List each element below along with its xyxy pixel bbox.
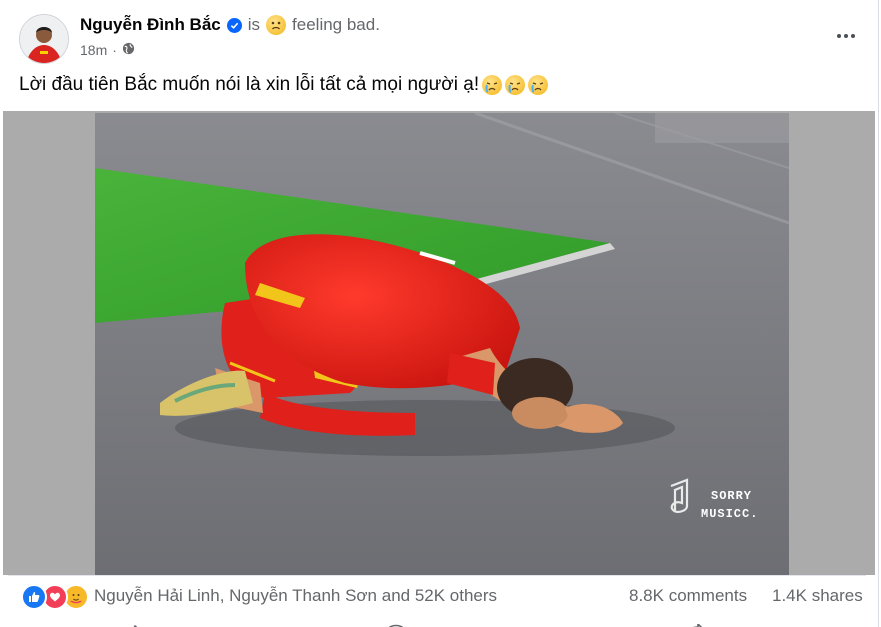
more-options-button[interactable] <box>828 22 864 50</box>
facebook-post: Nguyễn Đình Bắc is feeling bad. 18m · Lờ… <box>0 0 879 627</box>
dot-icon <box>851 34 855 38</box>
dot-icon <box>844 34 848 38</box>
reaction-icons[interactable] <box>21 584 89 610</box>
like-action-icon[interactable] <box>124 619 148 627</box>
like-icon <box>21 584 47 610</box>
globe-icon[interactable] <box>122 42 135 58</box>
share-action-icon[interactable] <box>684 619 708 627</box>
post-timestamp[interactable]: 18m <box>80 42 107 58</box>
verified-badge-icon <box>226 17 242 33</box>
watermark-line1: SORRY <box>711 489 752 503</box>
dot-icon <box>837 34 841 38</box>
crying-face-icon <box>482 75 503 95</box>
reaction-names[interactable]: Nguyễn Hải Linh, Nguyễn Thanh Sơn and 52… <box>94 586 497 606</box>
comment-action-icon[interactable] <box>384 619 408 627</box>
footer-divider <box>8 575 866 576</box>
post-text: Lời đầu tiên Bắc muốn nói là xin lỗi tất… <box>19 74 549 96</box>
meta-separator: · <box>112 42 117 58</box>
watermark-line2: MUSICC. <box>701 507 758 521</box>
post-photo[interactable]: SORRY MUSICC. <box>95 113 789 575</box>
author-avatar[interactable] <box>19 14 69 64</box>
kneeling-player-image: SORRY MUSICC. <box>95 113 789 575</box>
post-meta: 18m · <box>80 42 135 58</box>
crying-face-icon <box>505 75 526 95</box>
crying-face-icon <box>528 75 549 95</box>
feeling-label[interactable]: feeling bad. <box>292 15 380 35</box>
author-name[interactable]: Nguyễn Đình Bắc <box>80 15 221 35</box>
comments-count[interactable]: 8.8K comments <box>629 586 747 606</box>
author-line: Nguyễn Đình Bắc is feeling bad. <box>80 15 380 35</box>
avatar-image <box>20 15 68 63</box>
shares-count[interactable]: 1.4K shares <box>772 586 863 606</box>
post-message: Lời đầu tiên Bắc muốn nói là xin lỗi tất… <box>19 74 480 95</box>
sad-face-icon <box>266 15 287 35</box>
is-label: is <box>247 15 261 34</box>
